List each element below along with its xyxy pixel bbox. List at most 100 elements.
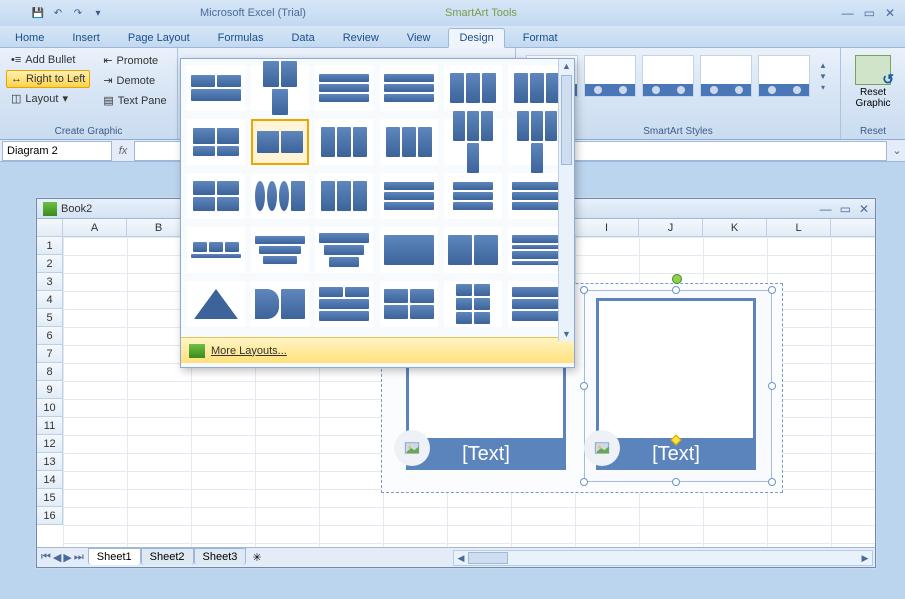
- row-header[interactable]: 7: [37, 345, 63, 363]
- layout-thumb[interactable]: [187, 227, 245, 273]
- layout-thumb[interactable]: [380, 65, 438, 111]
- row-header[interactable]: 12: [37, 435, 63, 453]
- resize-handle[interactable]: [672, 286, 680, 294]
- sheet-last-icon[interactable]: ⏭: [74, 551, 84, 564]
- layout-thumb[interactable]: [251, 65, 309, 111]
- tab-view[interactable]: View: [397, 29, 441, 47]
- tab-insert[interactable]: Insert: [62, 29, 110, 47]
- row-header[interactable]: 14: [37, 471, 63, 489]
- sheet-tab-1[interactable]: Sheet1: [88, 548, 141, 565]
- undo-icon[interactable]: ↶: [50, 5, 66, 21]
- save-icon[interactable]: 💾: [30, 5, 46, 21]
- tab-review[interactable]: Review: [333, 29, 389, 47]
- scroll-thumb[interactable]: [468, 552, 508, 564]
- tab-page-layout[interactable]: Page Layout: [118, 29, 200, 47]
- row-header[interactable]: 4: [37, 291, 63, 309]
- layout-thumb[interactable]: [380, 227, 438, 273]
- new-sheet-icon[interactable]: ✳: [246, 551, 267, 564]
- resize-handle[interactable]: [580, 286, 588, 294]
- layout-thumb[interactable]: [187, 173, 245, 219]
- promote-button[interactable]: ⇤Promote: [98, 51, 171, 70]
- row-header[interactable]: 5: [37, 309, 63, 327]
- dropdown-scrollbar[interactable]: ▲ ▼: [558, 59, 574, 341]
- layout-thumb[interactable]: [380, 119, 438, 165]
- scroll-left-icon[interactable]: ◀: [454, 551, 468, 565]
- style-thumb[interactable]: [700, 55, 752, 97]
- horizontal-scrollbar[interactable]: ◀ ▶: [453, 550, 873, 566]
- expand-formula-icon[interactable]: ⌄: [889, 144, 905, 157]
- text-pane-button[interactable]: ▤Text Pane: [98, 91, 171, 110]
- picture-icon[interactable]: [394, 430, 430, 466]
- tab-home[interactable]: Home: [5, 29, 54, 47]
- scroll-down-icon[interactable]: ▼: [559, 327, 574, 341]
- layout-thumb[interactable]: [251, 227, 309, 273]
- resize-handle[interactable]: [580, 382, 588, 390]
- scroll-thumb[interactable]: [561, 75, 572, 165]
- gallery-up-icon[interactable]: ▲: [816, 61, 830, 70]
- row-header[interactable]: 6: [37, 327, 63, 345]
- layout-thumb[interactable]: [444, 281, 502, 327]
- qat-more-icon[interactable]: ▾: [90, 5, 106, 21]
- row-header[interactable]: 2: [37, 255, 63, 273]
- redo-icon[interactable]: ↷: [70, 5, 86, 21]
- layout-thumb[interactable]: [315, 281, 373, 327]
- add-bullet-button[interactable]: •≡Add Bullet: [6, 51, 90, 69]
- layout-thumb[interactable]: [251, 173, 309, 219]
- sheet-prev-icon[interactable]: ◀: [53, 551, 61, 564]
- picture-icon[interactable]: [584, 430, 620, 466]
- tab-design[interactable]: Design: [448, 28, 504, 48]
- style-thumb[interactable]: [584, 55, 636, 97]
- sheet-next-icon[interactable]: ▶: [63, 551, 71, 564]
- resize-handle[interactable]: [768, 286, 776, 294]
- layout-thumb[interactable]: [315, 227, 373, 273]
- more-layouts-item[interactable]: More Layouts...: [181, 337, 574, 363]
- smartart-text-bar[interactable]: [Text]: [406, 438, 566, 470]
- style-thumb[interactable]: [758, 55, 810, 97]
- layout-thumb[interactable]: [315, 173, 373, 219]
- layout-thumb[interactable]: [187, 65, 245, 111]
- fx-icon[interactable]: fx: [112, 145, 134, 157]
- layout-thumb[interactable]: [380, 173, 438, 219]
- minimize-icon[interactable]: —: [842, 6, 854, 20]
- layout-thumb[interactable]: [251, 119, 309, 165]
- sheet-tab-3[interactable]: Sheet3: [194, 548, 247, 565]
- wb-maximize-icon[interactable]: ▭: [840, 202, 851, 216]
- wb-close-icon[interactable]: ✕: [859, 202, 869, 216]
- layout-thumb[interactable]: [380, 281, 438, 327]
- row-header[interactable]: 13: [37, 453, 63, 471]
- tab-formulas[interactable]: Formulas: [208, 29, 274, 47]
- reset-graphic-icon[interactable]: [855, 55, 891, 85]
- row-header[interactable]: 9: [37, 381, 63, 399]
- col-header[interactable]: J: [639, 219, 703, 236]
- layout-thumb[interactable]: [444, 227, 502, 273]
- scroll-up-icon[interactable]: ▲: [559, 59, 574, 73]
- sheet-tab-2[interactable]: Sheet2: [141, 548, 194, 565]
- scroll-right-icon[interactable]: ▶: [858, 551, 872, 565]
- restore-icon[interactable]: ▭: [864, 6, 875, 20]
- row-header[interactable]: 15: [37, 489, 63, 507]
- col-header[interactable]: A: [63, 219, 127, 236]
- resize-handle[interactable]: [580, 478, 588, 486]
- col-header[interactable]: I: [575, 219, 639, 236]
- layout-button[interactable]: ◫Layout▾: [6, 89, 90, 108]
- layout-thumb[interactable]: [315, 119, 373, 165]
- resize-handle[interactable]: [768, 478, 776, 486]
- layout-thumb[interactable]: [187, 119, 245, 165]
- close-icon[interactable]: ✕: [885, 6, 895, 20]
- smartart-picture-placeholder[interactable]: [596, 298, 756, 438]
- row-header[interactable]: 3: [37, 273, 63, 291]
- layout-thumb[interactable]: [444, 65, 502, 111]
- row-header[interactable]: 16: [37, 507, 63, 525]
- resize-handle[interactable]: [672, 478, 680, 486]
- layout-thumb[interactable]: [251, 281, 309, 327]
- select-all-corner[interactable]: [37, 219, 63, 236]
- row-header[interactable]: 8: [37, 363, 63, 381]
- row-header[interactable]: 10: [37, 399, 63, 417]
- row-header[interactable]: 11: [37, 417, 63, 435]
- resize-handle[interactable]: [768, 382, 776, 390]
- style-thumb[interactable]: [642, 55, 694, 97]
- row-header[interactable]: 1: [37, 237, 63, 255]
- col-header[interactable]: K: [703, 219, 767, 236]
- layout-thumb[interactable]: [187, 281, 245, 327]
- gallery-more-icon[interactable]: ▾: [816, 83, 830, 92]
